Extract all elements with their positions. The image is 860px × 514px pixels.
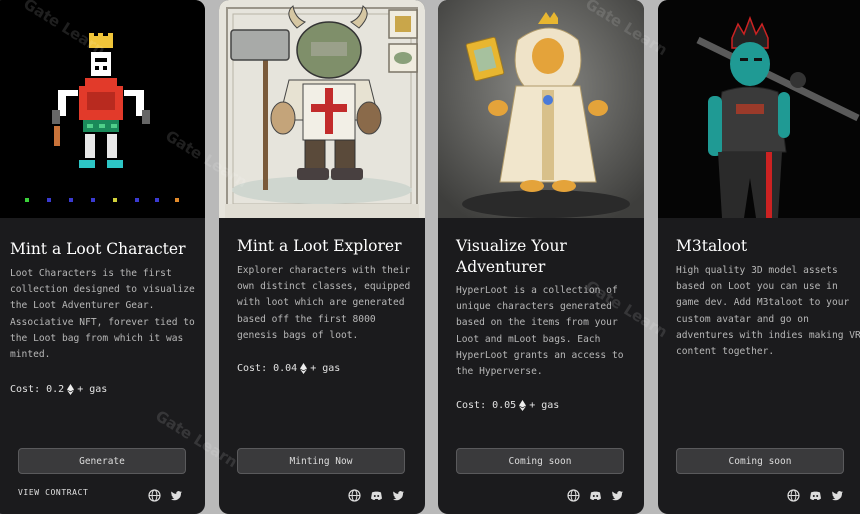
m3taloot-artwork	[658, 0, 860, 218]
globe-icon[interactable]	[787, 487, 800, 502]
cost-line: Cost: 0.2 + gas	[10, 384, 107, 395]
card-footer	[438, 487, 644, 502]
cost-label: Cost: 0.04	[237, 363, 298, 374]
twitter-icon[interactable]	[831, 487, 844, 501]
view-contract-link[interactable]: VIEW CONTRACT	[18, 488, 88, 497]
cost-suffix: + gas	[77, 384, 108, 395]
cost-label: Cost: 0.2	[10, 384, 65, 395]
hyperloot-artwork	[438, 0, 644, 218]
card-description: Loot Characters is the first collection …	[10, 268, 195, 361]
generate-button[interactable]: Generate	[18, 448, 186, 474]
card-title: M3taloot	[676, 237, 748, 255]
loot-character-card: Mint a Loot Character Loot Characters is…	[0, 0, 205, 514]
twitter-icon[interactable]	[611, 487, 624, 501]
m3taloot-card: M3taloot High quality 3D model assets ba…	[658, 0, 860, 514]
card-description: Explorer characters with their own disti…	[237, 265, 411, 341]
card-footer	[219, 487, 425, 502]
discord-icon[interactable]	[809, 487, 822, 500]
twitter-icon[interactable]	[392, 487, 405, 501]
cost-label: Cost: 0.05	[456, 400, 517, 411]
card-description: High quality 3D model assets based on Lo…	[676, 265, 860, 358]
loot-character-artwork	[0, 0, 205, 218]
card-footer: VIEW CONTRACT	[0, 487, 205, 502]
loot-explorer-artwork	[219, 0, 425, 218]
card-title: Mint a Loot Explorer	[237, 237, 402, 255]
cost-suffix: + gas	[529, 400, 560, 411]
globe-icon[interactable]	[567, 487, 580, 502]
card-title: Visualize Your Adventurer	[456, 237, 567, 276]
card-footer	[658, 487, 860, 502]
minting-now-button[interactable]: Minting Now	[237, 448, 405, 474]
globe-icon[interactable]	[148, 487, 161, 502]
twitter-icon[interactable]	[170, 487, 183, 501]
loot-explorer-card: Mint a Loot Explorer Explorer characters…	[219, 0, 425, 514]
ethereum-icon	[67, 384, 75, 395]
cost-line: Cost: 0.04 + gas	[237, 363, 340, 374]
cost-line: Cost: 0.05 + gas	[456, 400, 559, 411]
card-description: HyperLoot is a collection of unique char…	[456, 285, 624, 378]
discord-icon[interactable]	[589, 487, 602, 500]
hyperloot-card: Visualize Your Adventurer HyperLoot is a…	[438, 0, 644, 514]
coming-soon-button[interactable]: Coming soon	[676, 448, 844, 474]
ethereum-icon	[519, 400, 527, 411]
ethereum-icon	[300, 363, 308, 374]
coming-soon-button[interactable]: Coming soon	[456, 448, 624, 474]
cost-suffix: + gas	[310, 363, 341, 374]
discord-icon[interactable]	[370, 487, 383, 500]
globe-icon[interactable]	[348, 487, 361, 502]
card-title: Mint a Loot Character	[10, 240, 186, 258]
